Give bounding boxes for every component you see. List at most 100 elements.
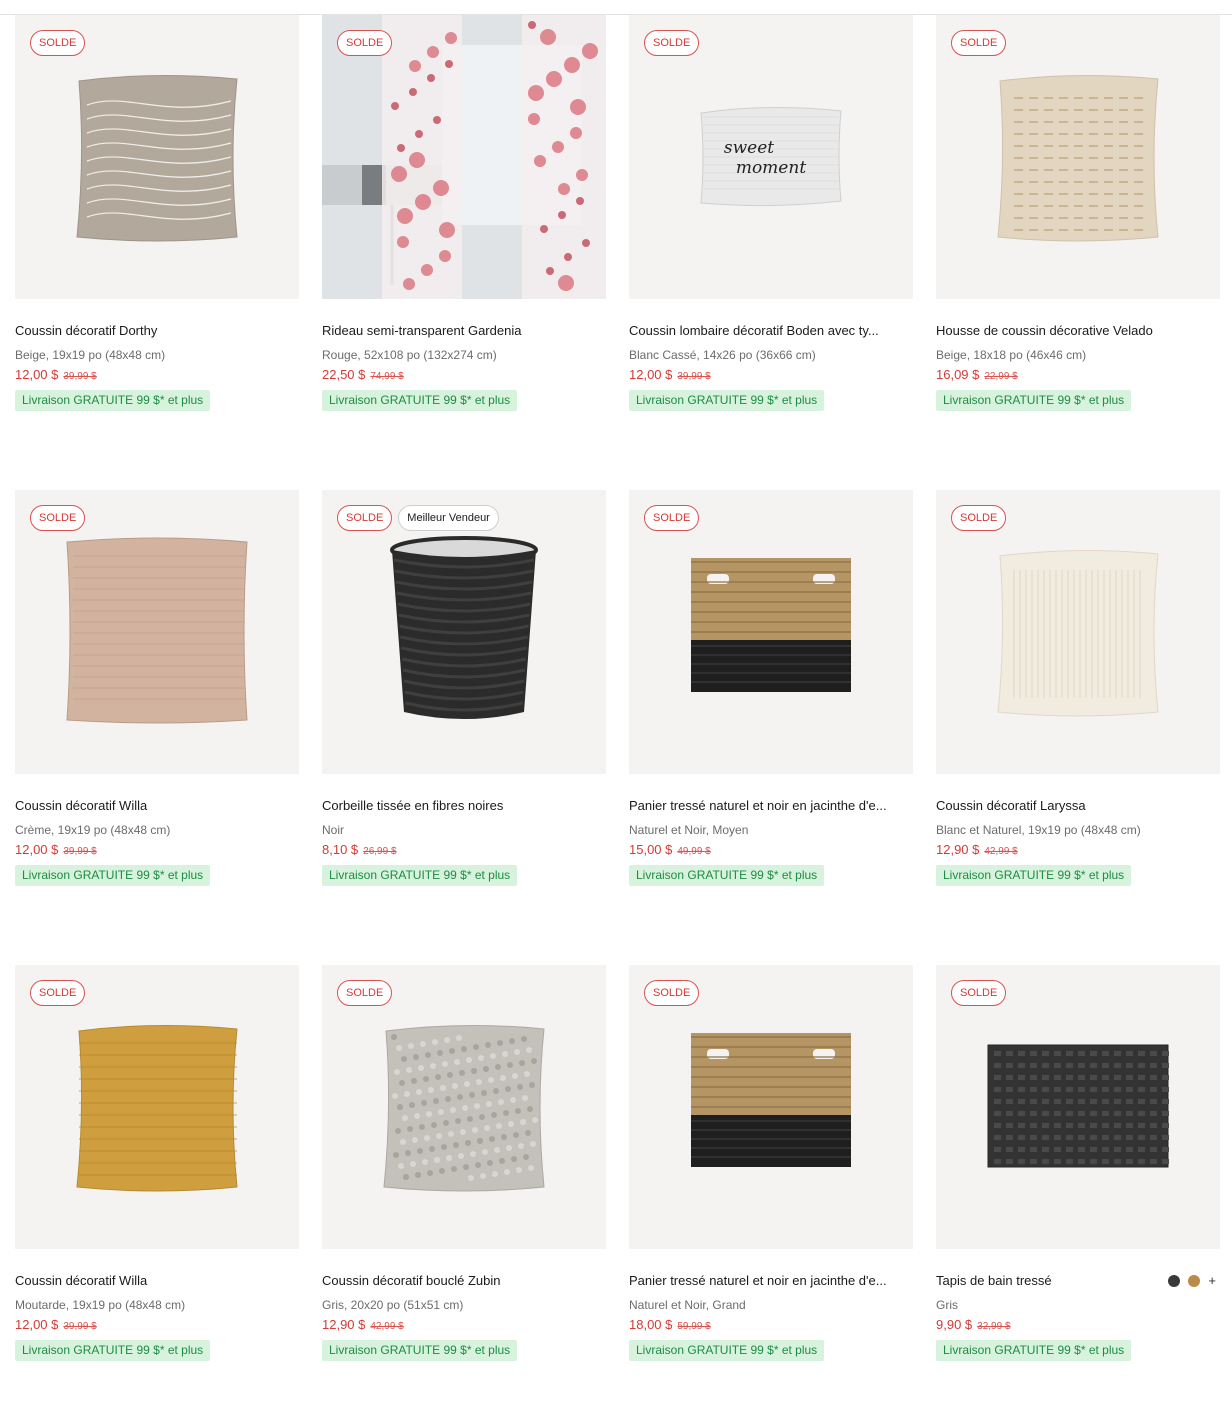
free-shipping-badge: Livraison GRATUITE 99 $* et plus bbox=[15, 390, 211, 411]
product-image[interactable]: SOLDE bbox=[322, 15, 606, 299]
product-image[interactable]: SOLDE bbox=[936, 965, 1220, 1249]
sale-price: 12,00 $ bbox=[15, 842, 59, 857]
sale-badge: SOLDE bbox=[644, 980, 700, 1006]
free-shipping-badge: Livraison GRATUITE 99 $* et plus bbox=[629, 865, 825, 886]
free-shipping-badge: Livraison GRATUITE 99 $* et plus bbox=[936, 390, 1132, 411]
badge-group: SOLDE bbox=[30, 505, 86, 531]
product-card[interactable]: SOLDE Meilleur Vendeur Corbeille tissée en… bbox=[322, 490, 606, 965]
pillow-taupe-image[interactable] bbox=[15, 490, 299, 774]
product-title[interactable]: Coussin décoratif Willa bbox=[15, 798, 299, 813]
badge-group: SOLDE bbox=[644, 505, 700, 531]
pillow-mustard-image[interactable] bbox=[15, 965, 299, 1249]
pillow-embroidery: sweetmoment bbox=[724, 138, 806, 178]
product-title[interactable]: Coussin décoratif bouclé Zubin bbox=[322, 1273, 606, 1288]
product-title[interactable]: Coussin décoratif Laryssa bbox=[936, 798, 1220, 813]
sale-price: 12,90 $ bbox=[936, 842, 980, 857]
original-price: 26,99 $ bbox=[363, 846, 397, 857]
product-variant: Blanc et Naturel, 19x19 po (48x48 cm) bbox=[936, 823, 1141, 837]
product-variant: Crème, 19x19 po (48x48 cm) bbox=[15, 823, 171, 837]
sale-price: 15,00 $ bbox=[629, 842, 673, 857]
product-image[interactable]: SOLDE bbox=[15, 15, 299, 299]
product-title[interactable]: Tapis de bain tressé bbox=[936, 1273, 1136, 1288]
product-title[interactable]: Coussin décoratif Dorthy bbox=[15, 323, 299, 338]
product-image[interactable]: SOLDE bbox=[936, 490, 1220, 774]
product-title[interactable]: Rideau semi-transparent Gardenia bbox=[322, 323, 606, 338]
pillow-grey-boucle-image[interactable] bbox=[322, 965, 606, 1249]
black-woven-basket-image[interactable] bbox=[322, 490, 606, 774]
product-title[interactable]: Housse de coussin décorative Velado bbox=[936, 323, 1220, 338]
free-shipping-badge: Livraison GRATUITE 99 $* et plus bbox=[322, 865, 518, 886]
product-title[interactable]: Corbeille tissée en fibres noires bbox=[322, 798, 606, 813]
price-row: 12,00 $ 39,99 $ bbox=[629, 367, 711, 382]
badge-group: SOLDE bbox=[644, 980, 700, 1006]
product-card[interactable]: SOLDE Panier tressé naturel et noir en ja… bbox=[629, 965, 913, 1424]
product-image[interactable]: SOLDE bbox=[322, 965, 606, 1249]
product-card[interactable]: SOLDE Housse de coussin décorative Velado… bbox=[936, 15, 1220, 490]
free-shipping-badge: Livraison GRATUITE 99 $* et plus bbox=[629, 1340, 825, 1361]
sale-price: 18,00 $ bbox=[629, 1317, 673, 1332]
pillow-beige-wave-image[interactable] bbox=[15, 15, 299, 299]
price-row: 12,90 $ 42,99 $ bbox=[936, 842, 1018, 857]
curtain-red-floral-image[interactable] bbox=[322, 15, 606, 299]
free-shipping-badge: Livraison GRATUITE 99 $* et plus bbox=[322, 390, 518, 411]
badge-group: SOLDE bbox=[951, 505, 1007, 531]
product-image[interactable]: SOLDE Meilleur Vendeur bbox=[322, 490, 606, 774]
badge-group: SOLDE bbox=[644, 30, 700, 56]
product-card[interactable]: SOLDE Coussin décoratif Willa Moutarde, 19… bbox=[15, 965, 299, 1424]
sale-badge: SOLDE bbox=[30, 980, 86, 1006]
price-row: 9,90 $ 32,99 $ bbox=[936, 1317, 1011, 1332]
product-card[interactable]: SOLDE Coussin décoratif Laryssa Blanc et N… bbox=[936, 490, 1220, 965]
product-variant: Rouge, 52x108 po (132x274 cm) bbox=[322, 348, 497, 362]
product-title[interactable]: Panier tressé naturel et noir en jacinth… bbox=[629, 1273, 913, 1288]
original-price: 32,99 $ bbox=[977, 1321, 1011, 1332]
seagrass-basket-image[interactable] bbox=[629, 490, 913, 774]
product-title[interactable]: Coussin décoratif Willa bbox=[15, 1273, 299, 1288]
badge-group: SOLDE bbox=[951, 980, 1007, 1006]
sale-badge: SOLDE bbox=[30, 30, 86, 56]
price-row: 22,50 $ 74,99 $ bbox=[322, 367, 404, 382]
product-title[interactable]: Coussin lombaire décoratif Boden avec ty… bbox=[629, 323, 913, 338]
sale-price: 22,50 $ bbox=[322, 367, 366, 382]
free-shipping-badge: Livraison GRATUITE 99 $* et plus bbox=[936, 1340, 1132, 1361]
color-swatch[interactable] bbox=[1168, 1275, 1181, 1287]
product-image[interactable]: SOLDE bbox=[936, 15, 1220, 299]
price-row: 12,90 $ 42,99 $ bbox=[322, 1317, 404, 1332]
product-card[interactable]: SOLDE Rideau semi-transparent Gardenia Rou… bbox=[322, 15, 606, 490]
product-card[interactable]: SOLDE Tapis de bain tressé + Gris 9,90 $ 32,9… bbox=[936, 965, 1220, 1424]
sale-price: 12,00 $ bbox=[15, 367, 59, 382]
badge-group: SOLDE bbox=[30, 980, 86, 1006]
product-image[interactable]: SOLDE bbox=[15, 965, 299, 1249]
pillow-cream-stripe-image[interactable] bbox=[936, 490, 1220, 774]
pillow-text: moment bbox=[736, 158, 806, 178]
product-card[interactable]: SOLDE Coussin décoratif bouclé Zubin Gris,… bbox=[322, 965, 606, 1424]
product-card[interactable]: SOLDE Coussin décoratif Willa Crème, 19x19… bbox=[15, 490, 299, 965]
product-variant: Naturel et Noir, Grand bbox=[629, 1298, 746, 1312]
original-price: 39,99 $ bbox=[63, 846, 97, 857]
product-variant: Gris, 20x20 po (51x51 cm) bbox=[322, 1298, 464, 1312]
sale-badge: SOLDE bbox=[951, 980, 1007, 1006]
badge-group: SOLDE Meilleur Vendeur bbox=[337, 505, 499, 531]
product-image[interactable]: sweet moment SOLDE bbox=[629, 15, 913, 299]
bath-mat-charcoal-image[interactable] bbox=[936, 965, 1220, 1249]
more-colors-icon[interactable]: + bbox=[1208, 1274, 1216, 1287]
free-shipping-badge: Livraison GRATUITE 99 $* et plus bbox=[15, 1340, 211, 1361]
seagrass-basket-image[interactable] bbox=[629, 965, 913, 1249]
product-variant: Blanc Cassé, 14x26 po (36x66 cm) bbox=[629, 348, 816, 362]
product-image[interactable]: SOLDE bbox=[629, 965, 913, 1249]
sale-badge: SOLDE bbox=[337, 505, 393, 531]
sale-price: 12,90 $ bbox=[322, 1317, 366, 1332]
price-row: 12,00 $ 39,99 $ bbox=[15, 1317, 97, 1332]
product-title[interactable]: Panier tressé naturel et noir en jacinth… bbox=[629, 798, 913, 813]
product-variant: Naturel et Noir, Moyen bbox=[629, 823, 749, 837]
product-card[interactable]: sweet moment SOLDE Coussin lombaire décorat… bbox=[629, 15, 913, 490]
pillow-beige-dashes-image[interactable] bbox=[936, 15, 1220, 299]
sale-badge: SOLDE bbox=[951, 30, 1007, 56]
original-price: 49,99 $ bbox=[677, 846, 711, 857]
product-image[interactable]: SOLDE bbox=[629, 490, 913, 774]
color-swatch[interactable] bbox=[1188, 1275, 1201, 1287]
free-shipping-badge: Livraison GRATUITE 99 $* et plus bbox=[322, 1340, 518, 1361]
product-card[interactable]: SOLDE Coussin décoratif Dorthy Beige, 19x1… bbox=[15, 15, 299, 490]
product-card[interactable]: SOLDE Panier tressé naturel et noir en ja… bbox=[629, 490, 913, 965]
pillow-text: sweet bbox=[724, 138, 774, 158]
product-image[interactable]: SOLDE bbox=[15, 490, 299, 774]
